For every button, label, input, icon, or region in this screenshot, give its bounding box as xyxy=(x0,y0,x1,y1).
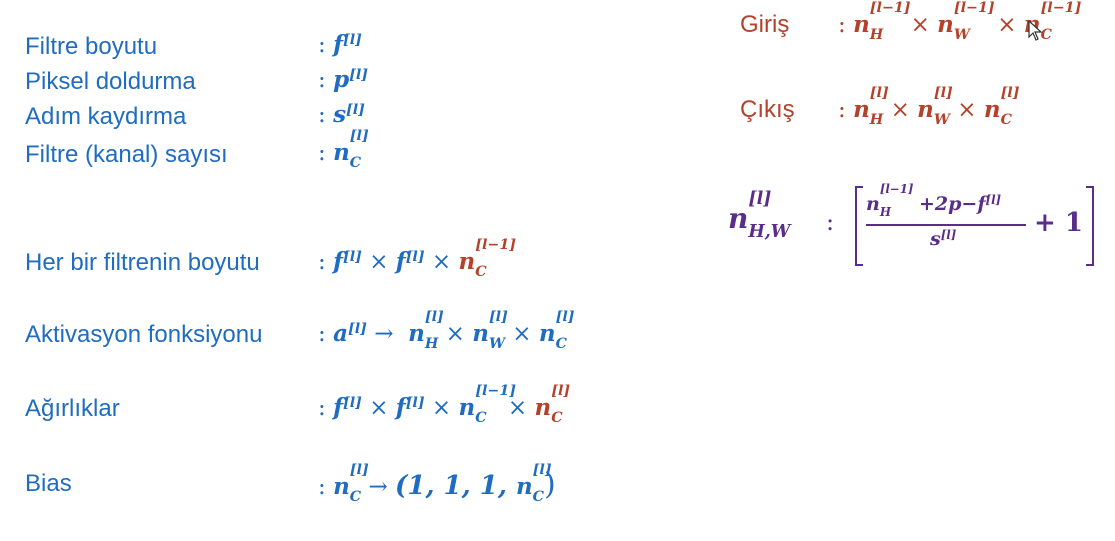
formula-output: : n [l] H × n [l] W × n [l] C xyxy=(838,84,1020,128)
right-floor-bracket xyxy=(1086,186,1094,266)
label-activation: Aktivasyon fonksiyonu xyxy=(25,321,263,348)
label-bias: Bias xyxy=(25,470,72,497)
label-output: Çıkış xyxy=(740,96,795,123)
formula-weights: : f[l] × f[l] × n [l−1] C × n [l] C xyxy=(318,382,571,426)
label-input: Giriş xyxy=(740,11,790,38)
label-weights: Ağırlıklar xyxy=(25,395,120,422)
label-padding: Piksel doldurma xyxy=(25,68,196,95)
fraction-bar xyxy=(866,224,1026,226)
formula-output-size: n [l] H,W xyxy=(728,188,791,242)
label-stride: Adım kaydırma xyxy=(25,103,187,130)
formula-bias: : n [l] C → (1, 1, 1, n [l] C) xyxy=(318,461,556,505)
label-filter-count: Filtre (kanal) sayısı xyxy=(25,141,228,168)
formula-filter-count: : n [l] C xyxy=(318,127,369,171)
formula-filter-size: : f[l] xyxy=(318,31,362,58)
plus-one: + 1 xyxy=(1034,208,1083,238)
formula-input: : n[l−1]H × n[l−1]W × n[l−1]C xyxy=(838,0,1082,43)
formula-padding: : p[l] xyxy=(318,66,369,93)
fraction-numerator: n [l−1] H +2p−f[l] xyxy=(866,181,1002,219)
left-floor-bracket xyxy=(855,186,863,266)
formula-activation: : a[l] → n [l] H × n [l] W × n [l] C xyxy=(318,308,575,352)
fraction-denominator: s[l] xyxy=(930,227,957,250)
label-each-filter-size: Her bir filtrenin boyutu xyxy=(25,249,260,276)
formula-each-filter-size: : f[l] × f[l] × n [l−1] C xyxy=(318,236,516,280)
formula-stride: : s[l] xyxy=(318,101,365,128)
label-filter-size: Filtre boyutu xyxy=(25,33,158,60)
output-size-colon: : xyxy=(826,208,835,236)
mouse-pointer-icon xyxy=(1028,20,1043,41)
